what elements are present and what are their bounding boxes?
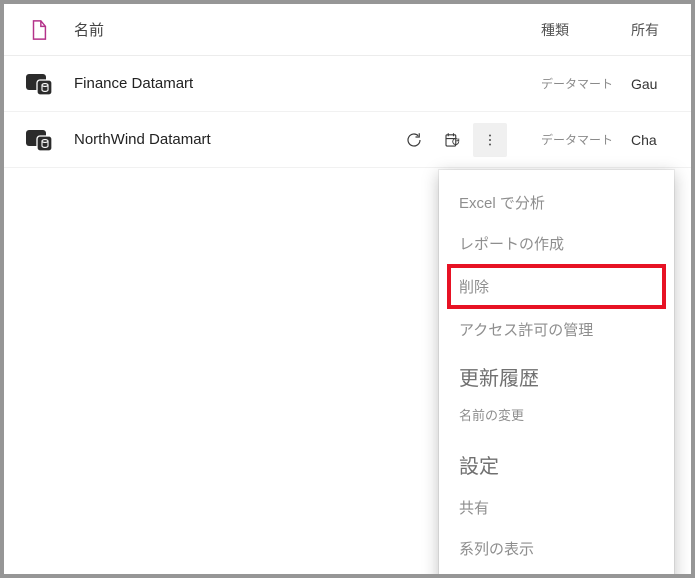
refresh-icon	[405, 131, 423, 149]
row-icon-col	[4, 128, 74, 152]
table-row[interactable]: Finance Datamart データマート Gau	[4, 56, 691, 112]
more-vertical-icon	[481, 131, 499, 149]
datamart-icon	[25, 72, 53, 96]
row-icon-col	[4, 72, 74, 96]
datamart-icon	[25, 128, 53, 152]
menu-rename[interactable]: 名前の変更	[439, 399, 674, 438]
menu-share[interactable]: 共有	[439, 487, 674, 528]
more-options-button[interactable]	[473, 123, 507, 157]
table-row[interactable]: NorthWind Datamart	[4, 112, 691, 168]
column-header-owner[interactable]: 所有	[631, 20, 691, 40]
menu-view-lineage[interactable]: 系列の表示	[439, 528, 674, 569]
column-header-kind[interactable]: 種類	[511, 20, 631, 40]
refresh-button[interactable]	[397, 123, 431, 157]
item-name[interactable]: NorthWind Datamart	[74, 131, 371, 148]
menu-analyze-excel[interactable]: Excel で分析	[439, 182, 674, 223]
item-owner: Cha	[631, 132, 691, 148]
menu-manage-permissions[interactable]: アクセス許可の管理	[439, 309, 674, 350]
column-header-name[interactable]: 名前	[74, 19, 371, 40]
menu-create-report[interactable]: レポートの作成	[439, 223, 674, 264]
item-kind: データマート	[511, 131, 631, 148]
document-icon	[29, 19, 49, 41]
workspace-list: 名前 種類 所有 Finance Datamart データマート Gau	[4, 4, 691, 574]
item-name[interactable]: Finance Datamart	[74, 75, 371, 92]
menu-refresh-history[interactable]: 更新履歴	[439, 350, 674, 399]
item-kind: データマート	[511, 75, 631, 92]
menu-settings[interactable]: 設定	[439, 438, 674, 487]
column-header-row: 名前 種類 所有	[4, 4, 691, 56]
schedule-refresh-button[interactable]	[435, 123, 469, 157]
schedule-icon	[443, 131, 461, 149]
item-owner: Gau	[631, 76, 691, 92]
context-menu: Excel で分析 レポートの作成 削除 アクセス許可の管理 更新履歴 名前の変…	[439, 170, 674, 574]
header-type-icon-col	[4, 19, 74, 41]
menu-delete[interactable]: 削除	[449, 266, 664, 307]
row-actions	[371, 123, 511, 157]
